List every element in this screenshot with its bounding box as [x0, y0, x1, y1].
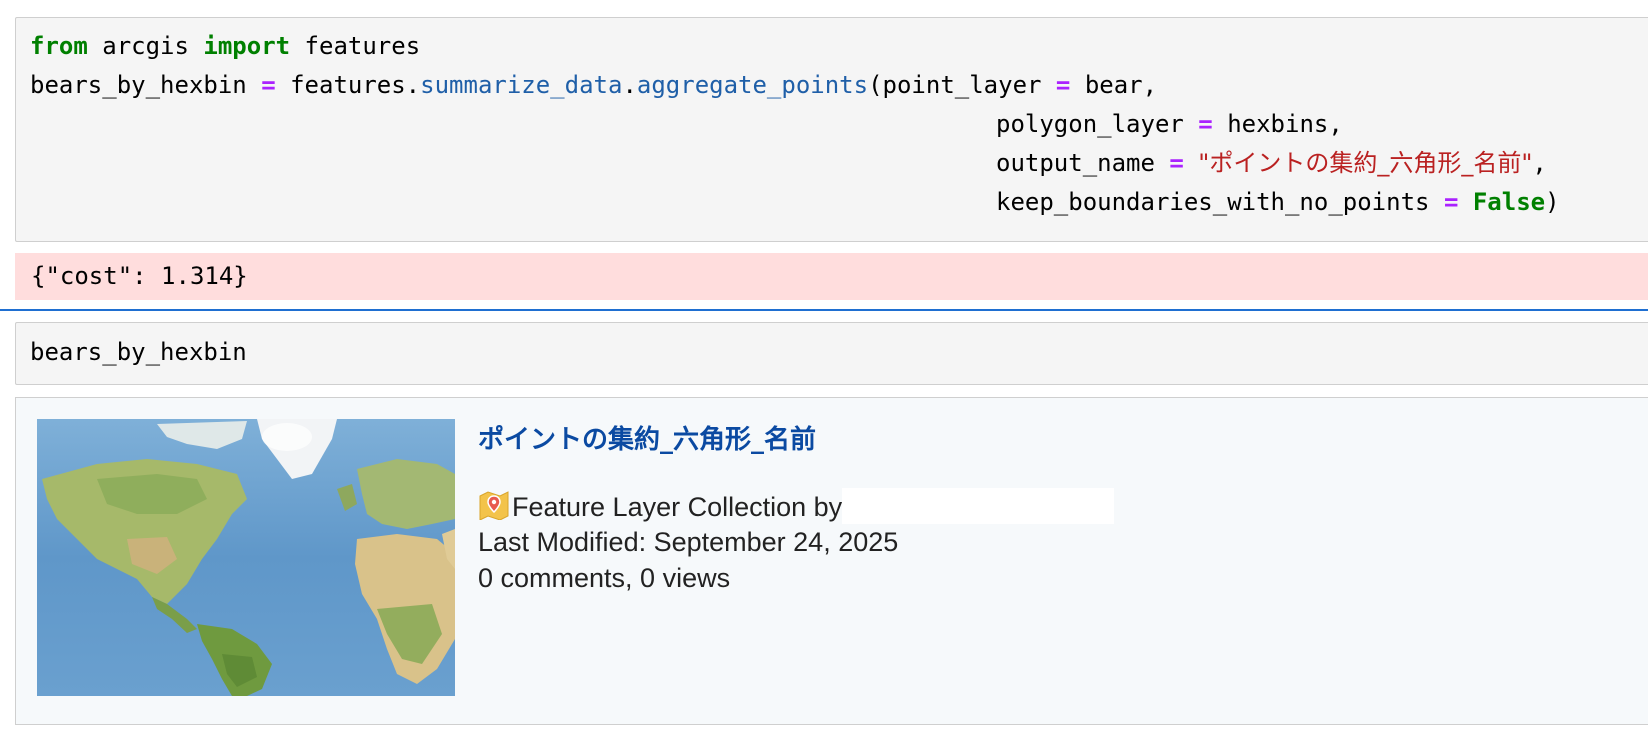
dot: .	[622, 71, 637, 99]
arg-point-layer: (point_layer	[868, 71, 1056, 99]
code-line-1: bears_by_hexbin	[30, 338, 247, 366]
assign-operator: =	[1443, 188, 1459, 216]
module-name: arcgis	[87, 32, 204, 60]
close-paren: )	[1545, 188, 1560, 216]
comma: ,	[1532, 149, 1547, 177]
keyword-false: False	[1472, 188, 1546, 216]
last-modified: Last Modified: September 24, 2025	[478, 527, 899, 557]
code-line-3: polygon_layer = hexbins,	[30, 104, 1343, 144]
assign-operator: =	[1169, 149, 1184, 177]
keyword-from: from	[30, 32, 88, 60]
item-stats: 0 comments, 0 views	[478, 563, 731, 593]
cell-divider	[0, 309, 1648, 311]
keyword-import: import	[203, 32, 291, 60]
variable-name: bears_by_hexbin	[30, 71, 262, 99]
item-type-label: Feature Layer Collection by	[512, 492, 843, 522]
string-literal: "ポイントの集約_六角形_名前"	[1198, 149, 1533, 177]
arg-value: bear,	[1070, 71, 1158, 99]
arg-value: hexbins,	[1212, 110, 1343, 138]
world-map-thumbnail[interactable]	[37, 419, 455, 696]
arg-polygon-layer: polygon_layer	[996, 110, 1199, 138]
item-title-link[interactable]: ポイントの集約_六角形_名前	[478, 419, 816, 456]
assign-operator: =	[261, 71, 276, 99]
code-line-4: output_name = "ポイントの集約_六角形_名前",	[30, 143, 1547, 183]
code-line-5: keep_boundaries_with_no_points = False)	[30, 182, 1560, 222]
assign-operator: =	[1198, 110, 1213, 138]
item-card-output: ポイントの集約_六角形_名前 Feature Layer Collection …	[15, 397, 1648, 725]
code-cell-display[interactable]: bears_by_hexbin	[15, 322, 1648, 385]
code-line-1: from arcgis import features	[30, 26, 420, 66]
stderr-text: {"cost": 1.314}	[31, 262, 248, 290]
item-type-row: Feature Layer Collection by	[478, 488, 1115, 524]
arg-output-name: output_name	[996, 149, 1170, 177]
stderr-output: {"cost": 1.314}	[15, 253, 1648, 300]
attr-aggregate-points: aggregate_points	[636, 71, 869, 99]
code-cell-aggregate[interactable]: from arcgis import features bears_by_hex…	[15, 17, 1648, 242]
owner-redacted	[842, 488, 1115, 524]
code-line-2: bears_by_hexbin = features.summarize_dat…	[30, 65, 1157, 105]
feature-layer-icon	[478, 490, 510, 521]
assign-operator: =	[1055, 71, 1071, 99]
item-meta: Feature Layer Collection by Last Modifie…	[478, 488, 1115, 596]
import-target: features	[290, 32, 421, 60]
object-ref: features.	[275, 71, 421, 99]
arg-keep-boundaries: keep_boundaries_with_no_points	[996, 188, 1444, 216]
attr-summarize-data: summarize_data	[420, 71, 623, 99]
